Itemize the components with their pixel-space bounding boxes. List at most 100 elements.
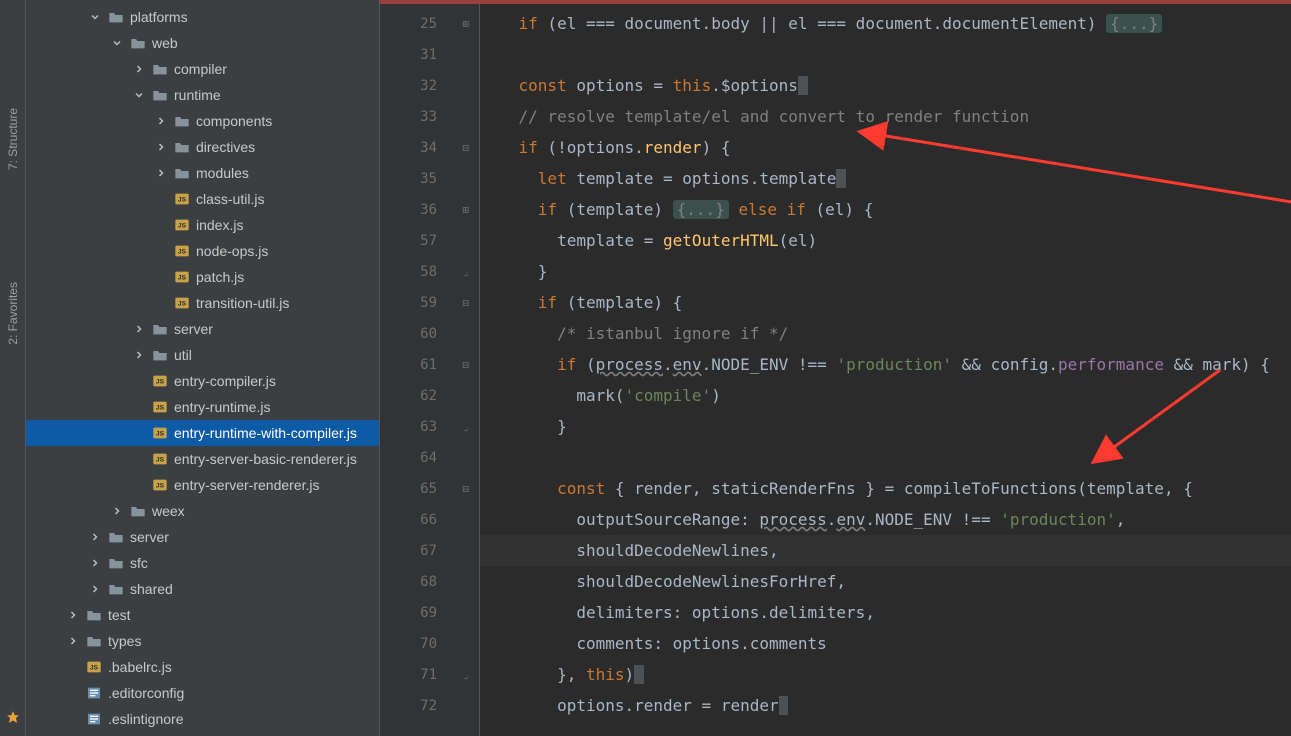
fold-badge[interactable]: {...} xyxy=(1106,14,1162,33)
svg-text:JS: JS xyxy=(178,223,187,230)
gutter-line: 33 xyxy=(380,101,479,132)
tree-item-patch-js[interactable]: JSpatch.js xyxy=(26,264,379,290)
tree-item-util[interactable]: util xyxy=(26,342,379,368)
tree-item-runtime[interactable]: runtime xyxy=(26,82,379,108)
gutter-line: 58⌟ xyxy=(380,256,479,287)
folder-icon xyxy=(108,9,124,25)
code-editor[interactable]: 25⊞31323334⊟3536⊞5758⌟59⊟6061⊟6263⌟6465⊟… xyxy=(380,0,1291,736)
chevron-right-icon[interactable] xyxy=(88,530,102,544)
tree-item-node-ops-js[interactable]: JSnode-ops.js xyxy=(26,238,379,264)
tree-item-platforms[interactable]: platforms xyxy=(26,4,379,30)
js-file-icon: JS xyxy=(152,477,168,493)
chevron-right-icon[interactable] xyxy=(110,504,124,518)
project-tree-sidebar[interactable]: platforms web compilerruntimecomponentsdir… xyxy=(26,0,380,736)
folder-icon xyxy=(108,581,124,597)
tree-item-entry-runtime-js[interactable]: JSentry-runtime.js xyxy=(26,394,379,420)
tree-item-web[interactable]: web xyxy=(26,30,379,56)
code-line: } xyxy=(480,256,1291,287)
chevron-right-icon[interactable] xyxy=(66,608,80,622)
tree-item-label: sfc xyxy=(130,555,148,571)
js-file-icon: JS xyxy=(174,243,190,259)
gutter-line: 31 xyxy=(380,39,479,70)
chevron-right-icon[interactable] xyxy=(154,140,168,154)
code-line: if (process.env.NODE_ENV !== 'production… xyxy=(480,349,1291,380)
js-file-icon: JS xyxy=(152,399,168,415)
gutter-line: 59⊟ xyxy=(380,287,479,318)
chevron-right-icon[interactable] xyxy=(66,634,80,648)
tree-item-weex[interactable]: weex xyxy=(26,498,379,524)
fold-end-icon[interactable]: ⌟ xyxy=(462,420,469,433)
tree-item-components[interactable]: components xyxy=(26,108,379,134)
code-area[interactable]: if (el === document.body || el === docum… xyxy=(480,0,1291,736)
code-line: mark('compile') xyxy=(480,380,1291,411)
tree-item--editorconfig[interactable]: .editorconfig xyxy=(26,680,379,706)
gutter-line: 65⊟ xyxy=(380,473,479,504)
folder-icon xyxy=(130,35,146,51)
code-line xyxy=(480,39,1291,70)
folder-icon xyxy=(86,633,102,649)
structure-tool-label[interactable]: 7: Structure xyxy=(6,108,20,170)
tree-item-label: .babelrc.js xyxy=(108,659,172,675)
fold-end-icon[interactable]: ⌟ xyxy=(462,265,469,278)
svg-text:JS: JS xyxy=(90,665,99,672)
tree-item-server[interactable]: server xyxy=(26,316,379,342)
fold-badge[interactable]: {...} xyxy=(673,200,729,219)
tree-item--eslintignore[interactable]: .eslintignore xyxy=(26,706,379,732)
folder-icon xyxy=(174,139,190,155)
tree-item-entry-server-basic-renderer-js[interactable]: JSentry-server-basic-renderer.js xyxy=(26,446,379,472)
code-line: if (template) {...} else if (el) { xyxy=(480,194,1291,225)
js-file-icon: JS xyxy=(86,659,102,675)
tree-item-types[interactable]: types xyxy=(26,628,379,654)
svg-text:JS: JS xyxy=(156,431,165,438)
js-file-icon: JS xyxy=(174,217,190,233)
fold-expand-icon[interactable]: ⊞ xyxy=(462,17,469,30)
fold-collapse-icon[interactable]: ⊟ xyxy=(462,358,469,371)
chevron-right-icon[interactable] xyxy=(154,166,168,180)
gutter-line: 63⌟ xyxy=(380,411,479,442)
gutter-line: 70 xyxy=(380,628,479,659)
tree-item-label: transition-util.js xyxy=(196,295,289,311)
fold-end-icon[interactable]: ⌟ xyxy=(462,668,469,681)
favorites-tool-label[interactable]: 2: Favorites xyxy=(6,282,20,345)
chevron-right-icon[interactable] xyxy=(132,322,146,336)
code-line: } xyxy=(480,411,1291,442)
chevron-right-icon[interactable] xyxy=(88,582,102,596)
tree-item-test[interactable]: test xyxy=(26,602,379,628)
tree-item-server[interactable]: server xyxy=(26,524,379,550)
tree-item-shared[interactable]: shared xyxy=(26,576,379,602)
chevron-right-icon[interactable] xyxy=(154,114,168,128)
tree-item-modules[interactable]: modules xyxy=(26,160,379,186)
tree-item-class-util-js[interactable]: JSclass-util.js xyxy=(26,186,379,212)
tree-item-transition-util-js[interactable]: JStransition-util.js xyxy=(26,290,379,316)
code-line: outputSourceRange: process.env.NODE_ENV … xyxy=(480,504,1291,535)
chevron-right-icon[interactable] xyxy=(88,556,102,570)
code-line: template = getOuterHTML(el) xyxy=(480,225,1291,256)
tree-item-label: web xyxy=(152,35,178,51)
chevron-right-icon[interactable] xyxy=(132,62,146,76)
chevron-down-icon[interactable] xyxy=(110,36,124,50)
chevron-right-icon[interactable] xyxy=(132,348,146,362)
tree-item-entry-server-renderer-js[interactable]: JSentry-server-renderer.js xyxy=(26,472,379,498)
svg-text:JS: JS xyxy=(178,275,187,282)
tree-item-entry-compiler-js[interactable]: JSentry-compiler.js xyxy=(26,368,379,394)
gutter-line: 67 xyxy=(380,535,479,566)
chevron-down-icon[interactable] xyxy=(132,88,146,102)
tree-item-compiler[interactable]: compiler xyxy=(26,56,379,82)
tree-item-directives[interactable]: directives xyxy=(26,134,379,160)
fold-expand-icon[interactable]: ⊞ xyxy=(462,203,469,216)
tree-item-entry-runtime-with-compiler-js[interactable]: JSentry-runtime-with-compiler.js xyxy=(26,420,379,446)
tree-item-index-js[interactable]: JSindex.js xyxy=(26,212,379,238)
tree-item--babelrc-js[interactable]: JS .babelrc.js xyxy=(26,654,379,680)
fold-collapse-icon[interactable]: ⊟ xyxy=(462,141,469,154)
gutter-line: 25⊞ xyxy=(380,8,479,39)
fold-collapse-icon[interactable]: ⊟ xyxy=(462,296,469,309)
svg-text:JS: JS xyxy=(156,379,165,386)
favorites-star-icon[interactable] xyxy=(6,710,20,724)
js-file-icon: JS xyxy=(152,425,168,441)
tree-item-sfc[interactable]: sfc xyxy=(26,550,379,576)
tree-item-label: server xyxy=(174,321,213,337)
gutter-line: 66 xyxy=(380,504,479,535)
fold-collapse-icon[interactable]: ⊟ xyxy=(462,482,469,495)
folder-icon xyxy=(152,347,168,363)
chevron-down-icon[interactable] xyxy=(88,10,102,24)
